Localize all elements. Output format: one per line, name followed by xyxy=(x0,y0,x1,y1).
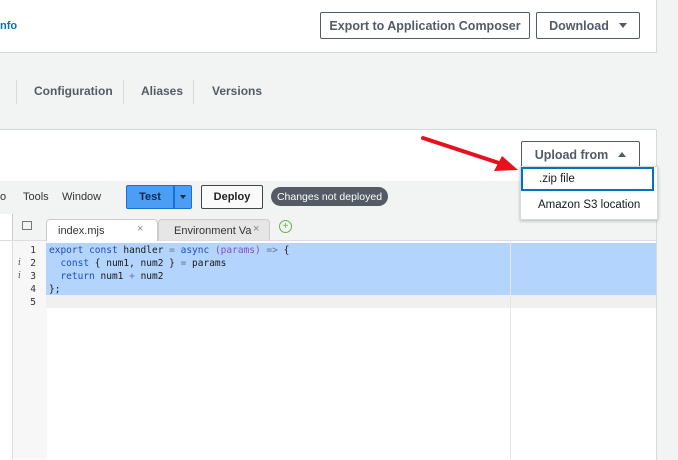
print-margin xyxy=(510,241,511,459)
code-token: const xyxy=(89,245,118,256)
add-icon[interactable]: + xyxy=(279,220,292,233)
download-button[interactable]: Download xyxy=(536,12,640,39)
code-token: const xyxy=(60,258,90,269)
file-tree-icon[interactable] xyxy=(22,221,32,230)
editor-left-strip xyxy=(0,241,12,459)
code-token: export xyxy=(49,245,84,256)
tab-divider xyxy=(193,80,194,104)
line-number: 2 xyxy=(30,258,36,269)
editor-tab-label: Environment Var xyxy=(174,225,252,237)
deploy-button-label: Deploy xyxy=(213,191,251,203)
upload-from-button[interactable]: Upload from xyxy=(521,141,640,168)
test-dropdown-button[interactable] xyxy=(174,185,192,209)
caret-up-icon xyxy=(618,152,627,157)
tab-divider xyxy=(123,80,124,104)
code-token: return xyxy=(60,271,95,282)
line-number: 4 xyxy=(30,284,36,295)
code-line: const { num1, num2 } = params xyxy=(49,258,226,269)
info-link[interactable]: nfo xyxy=(0,20,17,32)
tab-divider xyxy=(16,80,17,104)
code-token: num1 xyxy=(94,271,130,282)
test-button[interactable]: Test xyxy=(126,185,174,209)
close-icon[interactable]: × xyxy=(253,223,259,235)
tab-aliases[interactable]: Aliases xyxy=(141,84,183,98)
red-arrow-annotation xyxy=(421,136,518,171)
code-token: handler xyxy=(117,245,170,256)
menu-tools[interactable]: Tools xyxy=(23,191,49,203)
deploy-button[interactable]: Deploy xyxy=(201,185,263,209)
code-token: async xyxy=(174,245,210,256)
menu-window[interactable]: Window xyxy=(62,191,101,203)
code-token: params xyxy=(186,258,227,269)
status-badge: Changes not deployed xyxy=(271,187,388,206)
code-token: num2 xyxy=(134,271,164,282)
caret-down-icon xyxy=(180,195,186,199)
editor-tab-label: index.mjs xyxy=(58,225,105,237)
close-icon[interactable]: × xyxy=(137,223,143,235)
test-button-label: Test xyxy=(139,191,161,203)
code-token: { xyxy=(277,245,290,256)
tab-versions[interactable]: Versions xyxy=(212,84,262,98)
line-number: 3 xyxy=(30,271,36,282)
editor-tab-index[interactable]: index.mjs × xyxy=(46,219,158,241)
menu-item-amazon-s3-location[interactable]: Amazon S3 location xyxy=(521,193,655,217)
export-to-application-composer-button[interactable]: Export to Application Composer xyxy=(320,12,530,39)
upload-button-label: Upload from xyxy=(534,147,609,162)
tab-configuration[interactable]: Configuration xyxy=(34,84,113,98)
code-line: }; xyxy=(49,284,61,295)
line-number: 5 xyxy=(30,297,36,308)
code-token: => xyxy=(260,245,278,256)
code-line: export const handler = async (params) =>… xyxy=(49,245,289,256)
download-button-label: Download xyxy=(549,18,609,33)
menu-go[interactable]: o xyxy=(0,191,6,203)
export-button-label: Export to Application Composer xyxy=(329,18,521,33)
line-number: 1 xyxy=(30,245,36,256)
editor-tab-environment[interactable]: Environment Var × xyxy=(158,219,270,240)
upload-from-menu: .zip file Amazon S3 location xyxy=(520,166,658,220)
code-token: { num1, num2 } xyxy=(89,258,181,269)
menu-item-zip-file[interactable]: .zip file xyxy=(521,167,654,191)
active-line-highlight xyxy=(46,295,656,308)
code-token: (params) xyxy=(209,245,261,256)
code-line: return num1 + num2 xyxy=(49,271,163,282)
file-tree-collapsed[interactable] xyxy=(0,214,13,240)
caret-down-icon xyxy=(618,23,627,28)
